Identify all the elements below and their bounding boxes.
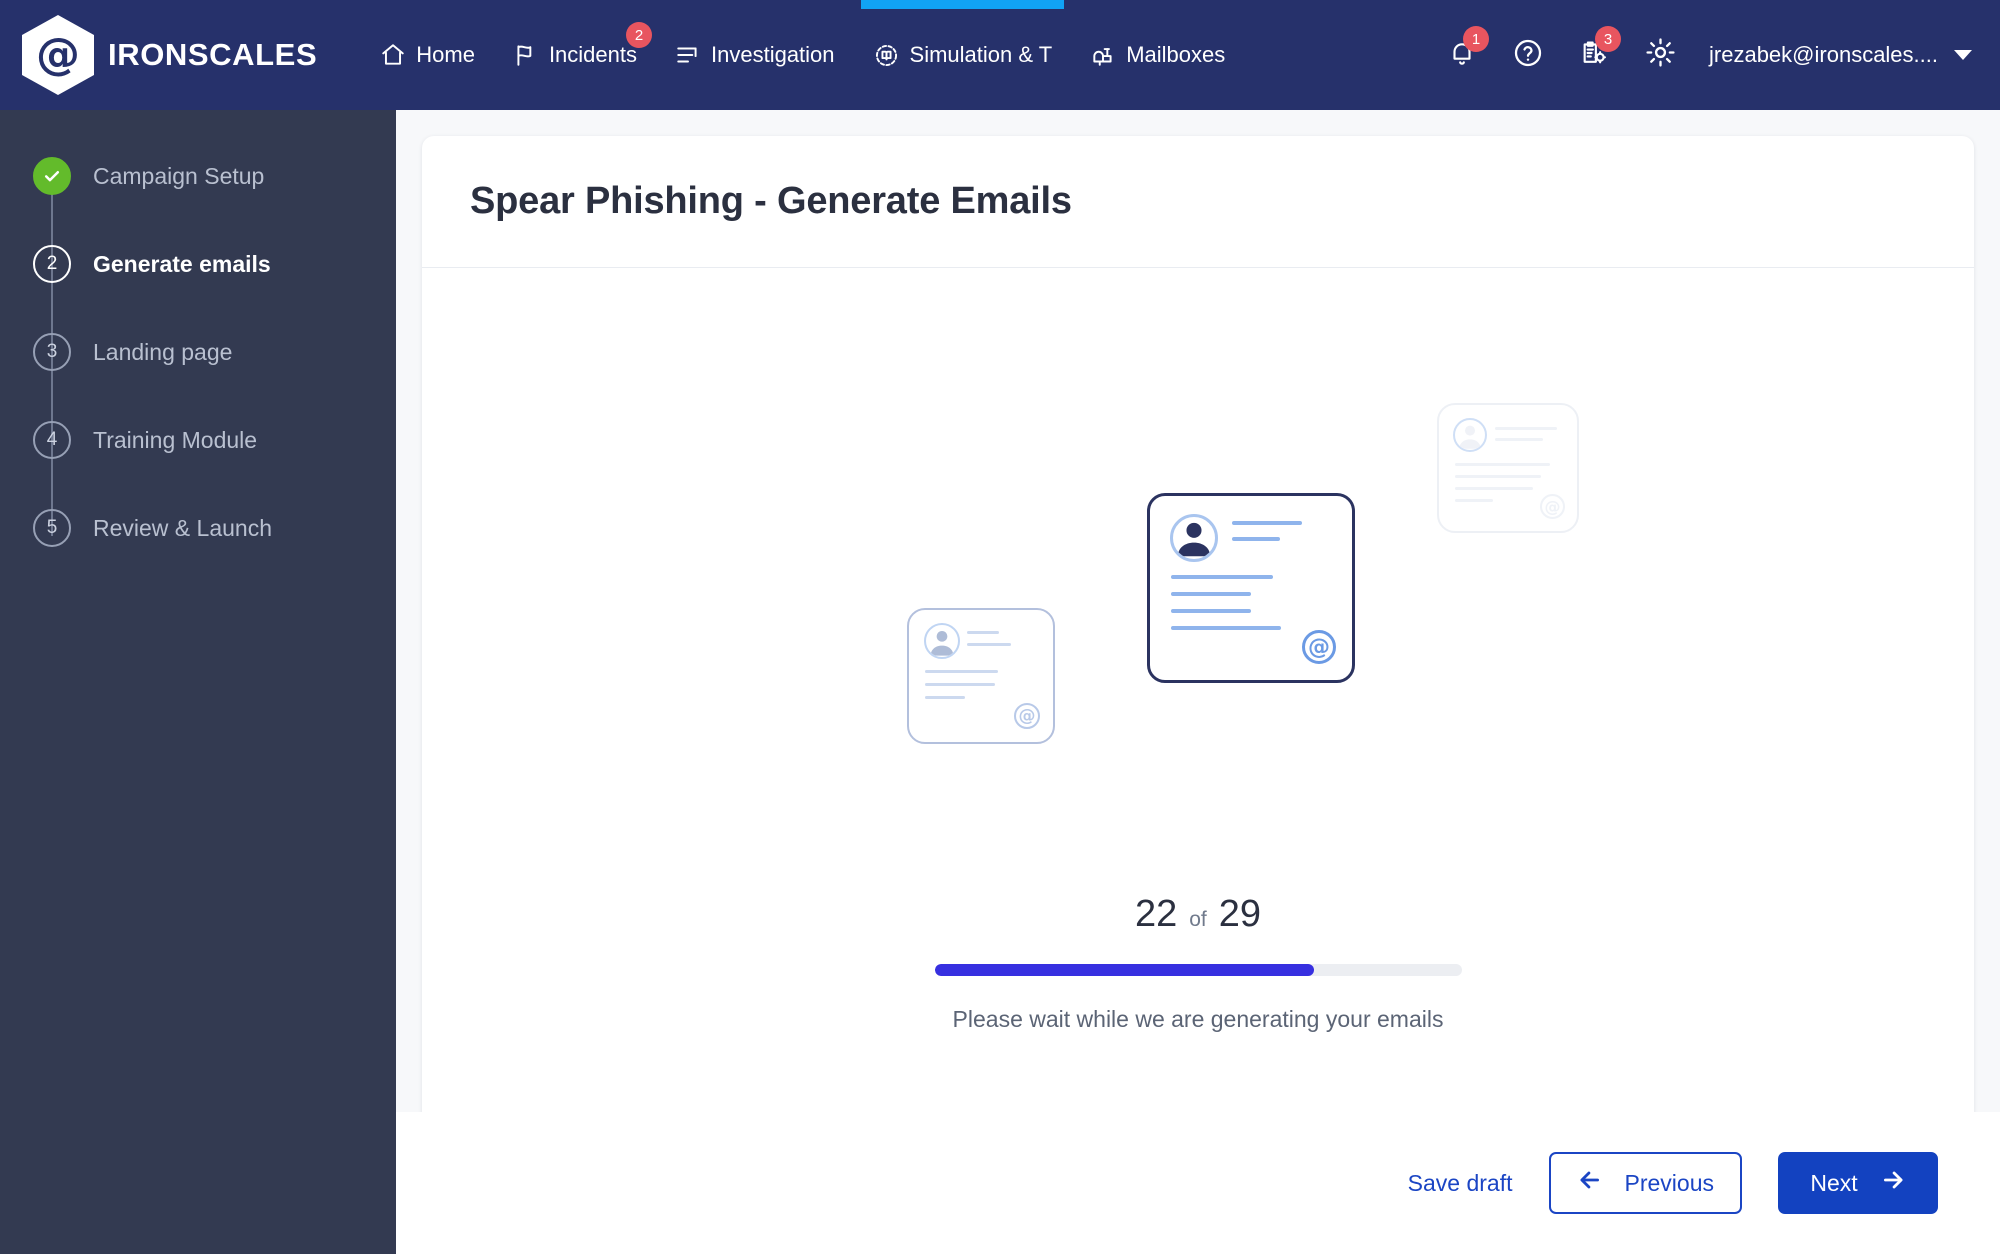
- notifications-badge: 1: [1463, 26, 1490, 52]
- generating-emails-illustration: @ @ @: [422, 323, 1974, 863]
- step-number-badge: 5: [33, 509, 71, 547]
- help-button[interactable]: [1499, 26, 1557, 84]
- card-header: Spear Phishing - Generate Emails: [422, 136, 1974, 268]
- nav-item-investigation[interactable]: Investigation: [656, 0, 854, 110]
- sidebar-step-campaign-setup[interactable]: Campaign Setup: [33, 132, 396, 220]
- generation-progress: 22 of 29 Please wait while we are genera…: [422, 893, 1974, 1033]
- next-button[interactable]: Next: [1778, 1152, 1938, 1214]
- settings-gear-icon: [1644, 36, 1677, 74]
- at-icon: @: [1014, 703, 1040, 729]
- nav-item-simulation-and-training[interactable]: Simulation & T: [854, 0, 1072, 110]
- flag-icon: [513, 42, 539, 68]
- progress-counter: 22 of 29: [1135, 893, 1261, 936]
- arrow-left-icon: [1577, 1167, 1603, 1199]
- sidebar-step-label: Landing page: [93, 338, 233, 365]
- card-body: @ @ @ 22 of 29 Please wait while we are …: [422, 268, 1974, 1135]
- page-title: Spear Phishing - Generate Emails: [470, 180, 1072, 222]
- target-book-icon: [873, 42, 900, 69]
- person-avatar-icon: [1453, 418, 1487, 452]
- top-bar-actions: 1 3 jrezabek@ironscales....: [1433, 26, 2000, 84]
- home-icon: [380, 42, 406, 68]
- sidebar-step-review-and-launch[interactable]: 5 Review & Launch: [33, 484, 396, 572]
- wizard-steps: Campaign Setup 2 Generate emails 3 Landi…: [0, 132, 396, 572]
- at-icon: @: [1540, 494, 1565, 519]
- nav-item-mailboxes[interactable]: Mailboxes: [1071, 0, 1244, 110]
- user-account-menu[interactable]: jrezabek@ironscales....: [1709, 42, 1972, 68]
- arrow-right-icon: [1880, 1167, 1906, 1199]
- mailbox-icon: [1090, 42, 1116, 68]
- progress-bar-track: [934, 964, 1462, 976]
- email-card-front: @: [1147, 493, 1355, 683]
- notifications-bell-button[interactable]: 1: [1433, 26, 1491, 84]
- progress-status-text: Please wait while we are generating your…: [952, 1006, 1444, 1032]
- nav-item-incidents[interactable]: Incidents 2: [494, 0, 656, 110]
- previous-button[interactable]: Previous: [1548, 1152, 1742, 1214]
- brand-name: IRONSCALES: [108, 37, 318, 72]
- top-navigation-bar: @ IRONSCALES Home Incidents 2 Investigat…: [0, 0, 2000, 110]
- step-number-badge: 3: [33, 333, 71, 371]
- nav-item-label: Home: [416, 42, 475, 67]
- nav-item-label: Incidents: [548, 42, 637, 67]
- nav-item-home[interactable]: Home: [361, 0, 494, 110]
- at-icon: @: [1302, 630, 1336, 664]
- step-number-badge: 2: [33, 245, 71, 283]
- person-avatar-icon: [924, 623, 960, 659]
- user-email-label: jrezabek@ironscales....: [1709, 42, 1938, 67]
- progress-current: 22: [1134, 893, 1178, 935]
- next-button-label: Next: [1810, 1169, 1858, 1196]
- campaign-wizard-sidebar: Campaign Setup 2 Generate emails 3 Landi…: [0, 110, 396, 1254]
- save-draft-button[interactable]: Save draft: [1408, 1170, 1513, 1197]
- person-avatar-icon: [1170, 514, 1218, 562]
- nav-item-label: Mailboxes: [1126, 42, 1226, 67]
- main-nav: Home Incidents 2 Investigation Simulatio…: [361, 0, 1244, 110]
- sidebar-step-label: Training Module: [93, 426, 258, 453]
- nav-badge-incidents: 2: [626, 22, 652, 48]
- check-icon: [33, 157, 71, 195]
- wizard-footer: Save draft Previous Next: [396, 1112, 2000, 1254]
- sidebar-step-training-module[interactable]: 4 Training Module: [33, 396, 396, 484]
- tasks-badge: 3: [1595, 26, 1622, 52]
- main-content-area: Spear Phishing - Generate Emails @ @ @ 2…: [396, 110, 2000, 1254]
- at-hexagon-logo-icon: @: [22, 15, 94, 95]
- generate-emails-card: Spear Phishing - Generate Emails @ @ @ 2…: [422, 136, 1974, 1136]
- sidebar-step-label: Generate emails: [93, 250, 271, 277]
- sidebar-step-label: Campaign Setup: [93, 162, 265, 189]
- settings-button[interactable]: [1631, 26, 1689, 84]
- list-lines-icon: [675, 42, 701, 68]
- progress-bar-fill: [934, 964, 1314, 976]
- progress-total: 29: [1218, 893, 1262, 935]
- help-circle-icon: [1512, 37, 1544, 74]
- tasks-button[interactable]: 3: [1565, 26, 1623, 84]
- sidebar-step-generate-emails[interactable]: 2 Generate emails: [33, 220, 396, 308]
- email-card-back: @: [1437, 403, 1579, 533]
- previous-button-label: Previous: [1624, 1169, 1714, 1196]
- email-card-middle: @: [907, 608, 1055, 744]
- sidebar-step-label: Review & Launch: [93, 514, 272, 541]
- nav-item-label: Simulation & T: [909, 42, 1053, 67]
- chevron-down-icon: [1954, 50, 1972, 60]
- brand-logo-group[interactable]: @ IRONSCALES: [22, 15, 317, 95]
- step-number-badge: 4: [33, 421, 71, 459]
- nav-item-label: Investigation: [711, 42, 835, 67]
- sidebar-step-landing-page[interactable]: 3 Landing page: [33, 308, 396, 396]
- progress-of-label: of: [1189, 908, 1207, 931]
